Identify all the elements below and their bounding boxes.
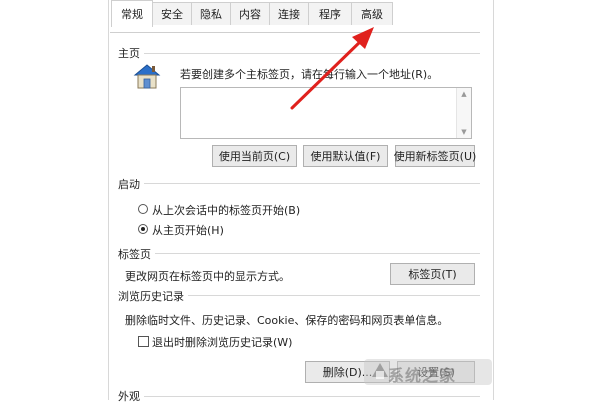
scroll-up-arrow-icon[interactable]: ▲ — [457, 90, 471, 98]
homepage-instruction: 若要创建多个主标签页，请在每行输入一个地址(R)。 — [180, 68, 439, 81]
tab-advanced[interactable]: 高级 — [351, 2, 393, 25]
appearance-section-label: 外观 — [118, 388, 144, 404]
homepage-rule — [118, 53, 480, 54]
tabs-description: 更改网页在标签页中的显示方式。 — [125, 270, 290, 283]
tab-content[interactable]: 内容 — [230, 2, 270, 25]
delete-on-exit-checkbox[interactable] — [138, 336, 149, 347]
appearance-rule — [118, 396, 480, 397]
tab-programs[interactable]: 程序 — [308, 2, 352, 25]
startup-last-session-radio[interactable] — [138, 204, 148, 214]
history-description: 删除临时文件、历史记录、Cookie、保存的密码和网页表单信息。 — [125, 314, 449, 327]
use-current-button[interactable]: 使用当前页(C) — [212, 145, 297, 167]
tab-connections[interactable]: 连接 — [269, 2, 309, 25]
delete-on-exit-label[interactable]: 退出时删除浏览历史记录(W) — [152, 334, 292, 350]
textarea-scrollbar[interactable]: ▲ ▼ — [456, 88, 471, 138]
scroll-down-arrow-icon[interactable]: ▼ — [457, 128, 471, 136]
startup-homepage-label[interactable]: 从主页开始(H) — [152, 222, 224, 238]
startup-last-session-label[interactable]: 从上次会话中的标签页开始(B) — [152, 202, 300, 218]
startup-rule — [118, 183, 480, 184]
history-section-label: 浏览历史记录 — [118, 288, 188, 304]
tab-divider — [110, 32, 480, 33]
startup-section-label: 启动 — [118, 176, 144, 192]
tab-security[interactable]: 安全 — [152, 2, 192, 25]
home-icon — [133, 64, 161, 89]
tab-general[interactable]: 常规 — [111, 0, 153, 27]
use-new-tab-button[interactable]: 使用新标签页(U) — [394, 145, 476, 167]
homepage-address-textarea[interactable]: ▲ ▼ — [180, 87, 472, 139]
tabs-section-label: 标签页 — [118, 246, 155, 262]
tabs-rule — [118, 253, 480, 254]
startup-homepage-radio[interactable] — [138, 224, 148, 234]
watermark-text: 系统之家 — [388, 366, 457, 385]
use-default-button[interactable]: 使用默认值(F) — [303, 145, 388, 167]
tabs-settings-button[interactable]: 标签页(T) — [390, 263, 475, 285]
homepage-section-label: 主页 — [118, 45, 144, 61]
tab-privacy[interactable]: 隐私 — [191, 2, 231, 25]
